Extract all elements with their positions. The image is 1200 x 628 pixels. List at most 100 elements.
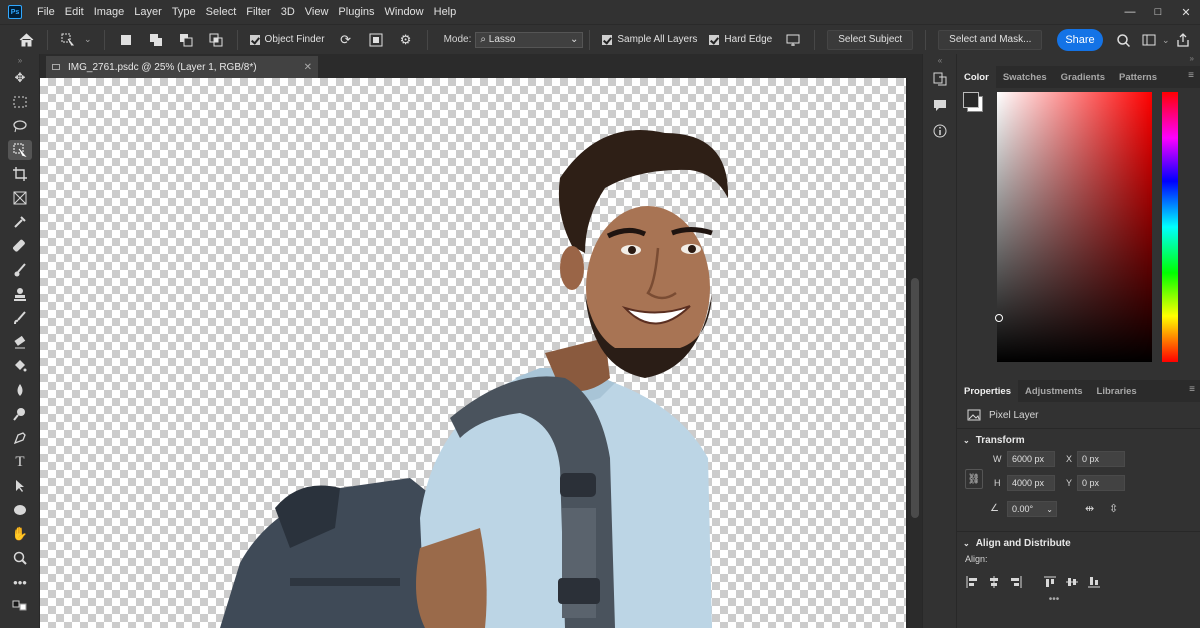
width-field[interactable]: 6000 px	[1007, 451, 1055, 467]
tab-properties[interactable]: Properties	[957, 380, 1018, 402]
show-all-objects-icon[interactable]	[364, 28, 388, 52]
eyedropper-tool-icon[interactable]	[0, 210, 40, 234]
height-field[interactable]: 4000 px	[1007, 475, 1055, 491]
align-vertical-center-icon[interactable]	[1061, 572, 1083, 592]
foreground-background-colors-icon[interactable]	[0, 594, 40, 618]
workspace-icon[interactable]	[1137, 28, 1161, 52]
tab-libraries[interactable]: Libraries	[1090, 380, 1144, 402]
menu-image[interactable]: Image	[89, 0, 130, 24]
gear-icon[interactable]: ⚙	[394, 28, 418, 52]
color-picker-cursor[interactable]	[995, 314, 1003, 322]
align-section-header[interactable]: ⌄ Align and Distribute	[957, 532, 1200, 554]
menu-filter[interactable]: Filter	[241, 0, 275, 24]
path-selection-tool-icon[interactable]	[0, 474, 40, 498]
hand-tool-icon[interactable]: ✋	[0, 522, 40, 546]
close-tab-icon[interactable]: ✕	[304, 62, 312, 73]
object-selection-tool-preset-icon[interactable]	[57, 28, 81, 52]
minimize-button[interactable]: —	[1116, 0, 1144, 24]
menu-edit[interactable]: Edit	[60, 0, 89, 24]
chevron-down-icon[interactable]: ⌄	[1162, 28, 1170, 52]
type-tool-icon[interactable]: T	[0, 450, 40, 474]
scroll-thumb[interactable]	[911, 278, 919, 518]
info-panel-icon[interactable]	[923, 118, 957, 144]
menu-type[interactable]: Type	[167, 0, 201, 24]
y-field[interactable]: 0 px	[1077, 475, 1125, 491]
crop-tool-icon[interactable]	[0, 162, 40, 186]
move-tool-icon[interactable]: ✥	[0, 66, 40, 90]
history-panel-icon[interactable]	[923, 66, 957, 92]
share-button[interactable]: Share	[1057, 29, 1103, 51]
document-title: IMG_2761.psdc @ 25% (Layer 1, RGB/8*)	[68, 61, 257, 73]
vertical-scrollbar[interactable]	[908, 78, 922, 628]
align-right-icon[interactable]	[1005, 572, 1027, 592]
history-brush-tool-icon[interactable]	[0, 306, 40, 330]
sample-all-layers-checkbox[interactable]: Sample All Layers	[602, 34, 697, 45]
transform-section-header[interactable]: ⌄ Transform	[957, 429, 1200, 451]
link-dimensions-icon[interactable]: ⛓	[965, 469, 983, 489]
document-tab[interactable]: IMG_2761.psdc @ 25% (Layer 1, RGB/8*) ✕	[46, 56, 318, 78]
collapse-icon[interactable]: »	[0, 54, 40, 66]
hard-edge-checkbox[interactable]: Hard Edge	[709, 34, 772, 45]
menu-select[interactable]: Select	[201, 0, 242, 24]
brush-tool-icon[interactable]	[0, 258, 40, 282]
tab-adjustments[interactable]: Adjustments	[1018, 380, 1090, 402]
select-and-mask-button[interactable]: Select and Mask...	[938, 29, 1043, 50]
foreground-color-swatch[interactable]	[963, 92, 979, 108]
menu-help[interactable]: Help	[429, 0, 462, 24]
refresh-icon[interactable]: ⟳	[334, 28, 358, 52]
menu-view[interactable]: View	[300, 0, 334, 24]
eraser-tool-icon[interactable]	[0, 330, 40, 354]
blur-tool-icon[interactable]	[0, 378, 40, 402]
ellipse-tool-icon[interactable]	[0, 498, 40, 522]
canvas-area[interactable]	[40, 78, 908, 628]
marquee-tool-icon[interactable]	[0, 90, 40, 114]
options-bar: ⌄ Object Finder ⟳ ⚙ Mode: ⌕ Lasso ⌄ Samp…	[0, 24, 1200, 54]
align-bottom-icon[interactable]	[1083, 572, 1105, 592]
frame-tool-icon[interactable]	[0, 186, 40, 210]
select-subject-button[interactable]: Select Subject	[827, 29, 914, 50]
menu-window[interactable]: Window	[380, 0, 429, 24]
healing-brush-tool-icon[interactable]	[0, 234, 40, 258]
menu-plugins[interactable]: Plugins	[333, 0, 379, 24]
close-button[interactable]: ✕	[1172, 0, 1200, 24]
intersect-selection-icon[interactable]	[204, 28, 228, 52]
flip-vertical-icon[interactable]: ⇳	[1109, 502, 1118, 515]
collapse-icon[interactable]: «	[923, 54, 957, 66]
dodge-tool-icon[interactable]	[0, 402, 40, 426]
angle-field[interactable]: 0.00° ⌄	[1007, 501, 1057, 517]
object-finder-checkbox[interactable]: Object Finder	[249, 34, 325, 45]
transform-fields: ⛓ W 6000 px X 0 px H 4000 px Y 0 px ∠ 0.…	[957, 451, 1200, 531]
paint-bucket-tool-icon[interactable]	[0, 354, 40, 378]
saturation-brightness-field[interactable]	[997, 92, 1152, 362]
align-horizontal-center-icon[interactable]	[983, 572, 1005, 592]
hue-slider[interactable]	[1162, 92, 1178, 362]
maximize-button[interactable]: □	[1144, 0, 1172, 24]
export-icon[interactable]	[1171, 28, 1195, 52]
menu-layer[interactable]: Layer	[129, 0, 167, 24]
new-selection-icon[interactable]	[114, 28, 138, 52]
align-left-icon[interactable]	[961, 572, 983, 592]
document-canvas[interactable]	[40, 78, 906, 628]
more-tools-icon[interactable]: •••	[0, 570, 40, 594]
zoom-tool-icon[interactable]	[0, 546, 40, 570]
flip-horizontal-icon[interactable]: ⇹	[1085, 502, 1094, 515]
home-icon[interactable]	[14, 28, 38, 52]
mode-select[interactable]: ⌕ Lasso ⌄	[475, 31, 584, 48]
clone-stamp-tool-icon[interactable]	[0, 282, 40, 306]
chevron-down-icon[interactable]: ⌄	[84, 34, 92, 45]
menu-file[interactable]: File	[32, 0, 60, 24]
object-selection-tool-icon[interactable]	[0, 138, 40, 162]
menu-3d[interactable]: 3D	[276, 0, 300, 24]
comments-panel-icon[interactable]	[923, 92, 957, 118]
add-to-selection-icon[interactable]	[144, 28, 168, 52]
search-icon[interactable]	[1111, 28, 1135, 52]
subtract-from-selection-icon[interactable]	[174, 28, 198, 52]
x-field[interactable]: 0 px	[1077, 451, 1125, 467]
chevron-down-icon: ⌄	[569, 34, 579, 45]
align-top-icon[interactable]	[1039, 572, 1061, 592]
panel-menu-icon[interactable]: ≡	[1189, 384, 1195, 395]
pen-tool-icon[interactable]	[0, 426, 40, 450]
more-options-icon[interactable]: •••	[957, 594, 1200, 605]
lasso-tool-icon[interactable]	[0, 114, 40, 138]
select-refine-icon[interactable]	[781, 28, 805, 52]
